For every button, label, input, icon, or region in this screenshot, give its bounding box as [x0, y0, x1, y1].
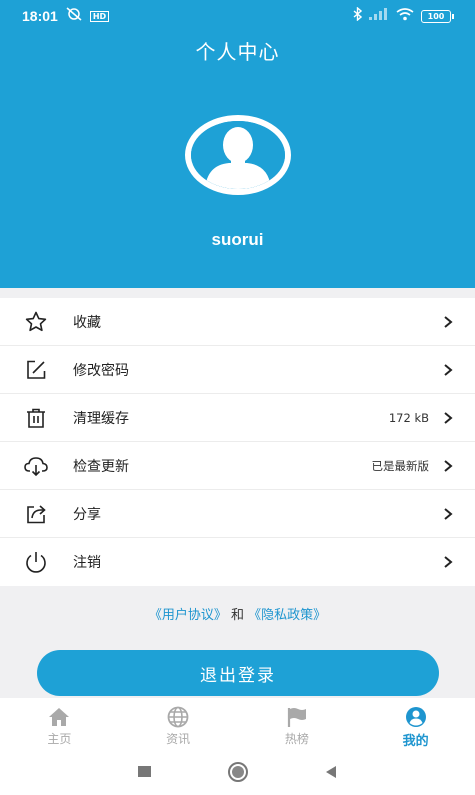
- chevron-right-icon: [441, 314, 455, 330]
- trash-icon: [22, 404, 50, 432]
- back-system-button[interactable]: [323, 764, 339, 784]
- menu-item-label: 检查更新: [73, 458, 129, 475]
- battery-indicator: 100: [421, 9, 454, 23]
- menu-item-label: 注销: [73, 555, 101, 571]
- chevron-right-icon: [441, 362, 455, 378]
- status-time: 18:01: [22, 8, 58, 24]
- home-system-button[interactable]: [226, 760, 250, 788]
- triangle-back-icon: [325, 765, 336, 778]
- menu-item-label: 收藏: [73, 314, 101, 331]
- menu-item-deactivate[interactable]: 注销: [0, 538, 475, 586]
- chevron-right-icon: [441, 554, 455, 570]
- edit-icon: [22, 356, 50, 384]
- bluetooth-icon: [353, 6, 363, 25]
- menu-item-favorites[interactable]: 收藏: [0, 298, 475, 346]
- menu-item-clear-cache[interactable]: 清理缓存 172 kB: [0, 394, 475, 442]
- tab-label: 热榜: [284, 732, 309, 746]
- cache-size: 172 kB: [388, 410, 429, 425]
- tab-home[interactable]: 主页: [0, 698, 119, 752]
- share-icon: [22, 500, 50, 528]
- user-circle-icon: [405, 707, 426, 727]
- menu-item-change-password[interactable]: 修改密码: [0, 346, 475, 394]
- settings-menu: 收藏 修改密码 清理缓存 172 kB 检查更新 已是最新版 分享 注销: [0, 298, 475, 586]
- menu-item-share[interactable]: 分享: [0, 490, 475, 538]
- menu-item-check-update[interactable]: 检查更新 已是最新版: [0, 442, 475, 490]
- square-icon: [137, 766, 151, 777]
- logout-button[interactable]: 退出登录: [37, 650, 439, 696]
- menu-item-label: 修改密码: [73, 362, 129, 379]
- chevron-right-icon: [441, 410, 455, 426]
- username: suorui: [211, 230, 264, 249]
- status-bar: 18:01 HD 100: [0, 0, 475, 32]
- agreement-conjunction: 和: [230, 608, 244, 623]
- wifi-icon: [396, 7, 414, 25]
- privacy-policy-link[interactable]: 《隐私政策》: [248, 608, 326, 623]
- tab-label: 主页: [47, 732, 72, 746]
- home-icon: [49, 708, 70, 726]
- user-silhouette-icon: [191, 121, 285, 189]
- bottom-tab-bar: 主页 资讯 热榜 我的: [0, 698, 475, 752]
- user-agreement-link[interactable]: 《用户协议》: [149, 608, 227, 623]
- recent-apps-button[interactable]: [137, 764, 153, 783]
- globe-icon: [167, 706, 189, 728]
- tab-label: 我的: [402, 734, 429, 749]
- chevron-right-icon: [441, 506, 455, 522]
- menu-item-label: 清理缓存: [73, 410, 129, 427]
- chevron-right-icon: [441, 458, 455, 474]
- flag-icon: [287, 708, 306, 727]
- cloud-download-icon: [22, 452, 50, 480]
- update-status: 已是最新版: [371, 458, 430, 473]
- menu-item-label: 分享: [73, 506, 101, 523]
- circle-icon: [227, 761, 248, 782]
- signal-icon: [369, 8, 389, 24]
- tab-news[interactable]: 资讯: [119, 698, 238, 752]
- alarm-off-icon: [65, 7, 83, 25]
- power-icon: [22, 548, 50, 576]
- tab-label: 资讯: [166, 732, 191, 746]
- tab-hot-list[interactable]: 热榜: [238, 698, 357, 752]
- page-title: 个人中心: [195, 40, 280, 64]
- user-avatar[interactable]: [185, 115, 291, 195]
- star-icon: [22, 308, 50, 336]
- system-navigation-bar: [0, 752, 475, 795]
- profile-header: 18:01 HD 100 个人中心 suorui: [0, 0, 475, 288]
- agreement-links: 《用户协议》 和 《隐私政策》: [0, 604, 475, 623]
- hd-badge: HD: [89, 10, 110, 22]
- tab-mine[interactable]: 我的: [356, 698, 475, 752]
